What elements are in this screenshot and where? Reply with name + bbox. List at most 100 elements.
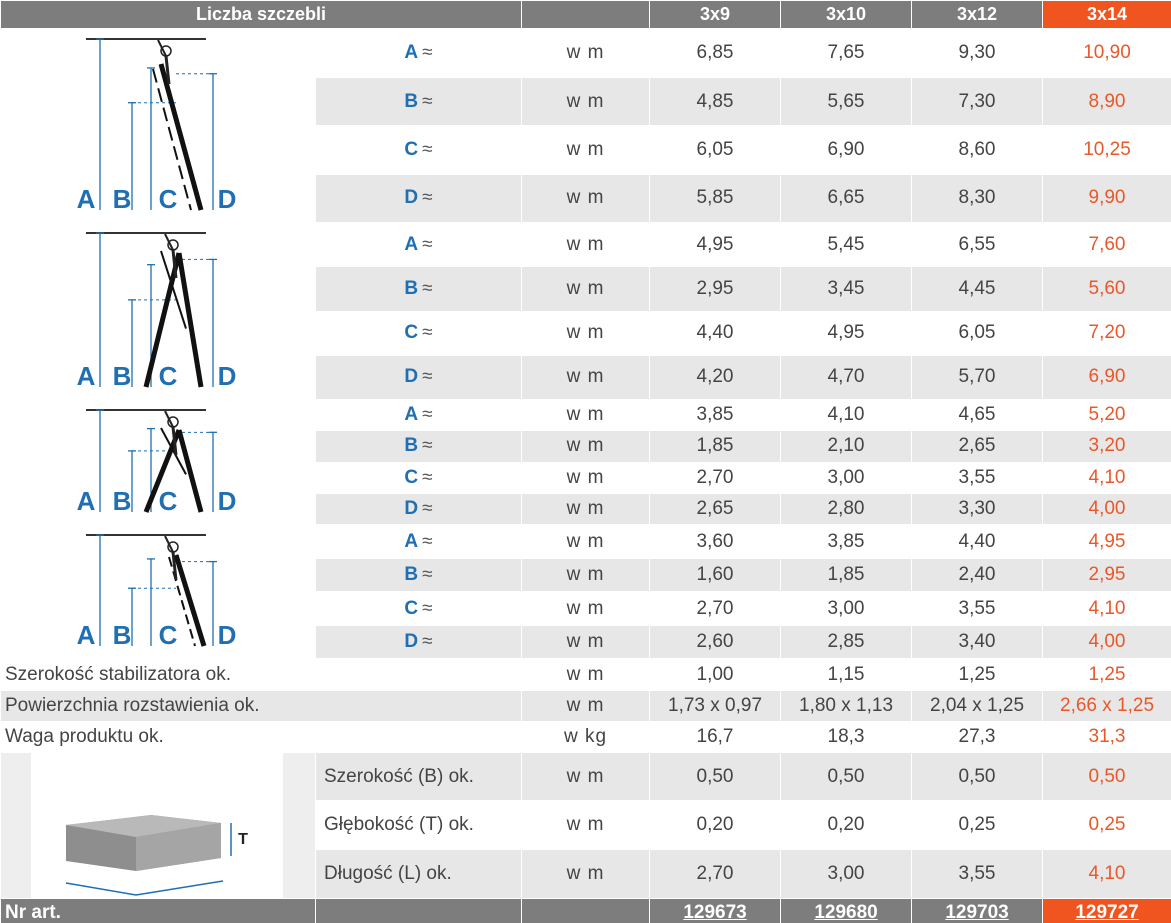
value-cell: 0,50 [911, 751, 1044, 802]
approx-symbol: ≈ [422, 233, 433, 255]
unit-cell: w m [521, 77, 651, 127]
value-cell: 4,00 [1042, 624, 1171, 660]
article-label: Nr art. [0, 898, 316, 923]
value-cell: 3,20 [1042, 430, 1171, 463]
header-col-3x12: 3x12 [911, 0, 1044, 29]
ladder-single-diagram: ABC D [0, 524, 316, 659]
value-cell: 3,30 [911, 492, 1044, 526]
unit-cell: w m [521, 125, 651, 175]
value-cell: 2,80 [780, 492, 913, 526]
general-row: Powierzchnia rozstawienia ok. w m 1,73 x 0… [0, 690, 1171, 722]
measurement-row: A B C D A ≈ w m 6,85 7,65 9,30 10,90 [0, 27, 1171, 223]
package-label: Szerokość (B) ok. [314, 751, 523, 802]
value-cell: 4,95 [780, 310, 913, 356]
diagram-letter-d: D [218, 620, 237, 650]
dimension-letter-text: C [404, 466, 419, 488]
unit-cell: w m [521, 658, 651, 691]
value-cell: 8,30 [911, 173, 1044, 224]
package-box-diagram: LBT [0, 752, 316, 899]
dimension-letter-text: C [404, 139, 419, 161]
approx-symbol: ≈ [422, 564, 433, 586]
dimension-letter: A ≈ [314, 221, 523, 268]
value-cell: 6,05 [649, 125, 782, 175]
diagram-letter-a: A [77, 620, 96, 650]
dimension-letter: C ≈ [314, 310, 523, 356]
value-cell: 5,85 [649, 173, 782, 224]
value-cell: 7,65 [780, 27, 913, 79]
value-cell: 5,45 [780, 221, 913, 268]
value-cell: 4,45 [911, 266, 1044, 312]
unit-cell: w m [521, 461, 651, 494]
approx-symbol: ≈ [422, 435, 433, 457]
value-cell: 4,10 [780, 398, 913, 432]
dimension-letter-text: A [404, 530, 419, 552]
approx-symbol: ≈ [422, 187, 433, 209]
value-cell: 1,73 x 0,97 [649, 690, 782, 722]
value-cell: 2,04 x 1,25 [911, 690, 1044, 722]
diagram-letter-b: B [113, 620, 132, 650]
value-cell: 6,05 [911, 310, 1044, 356]
unit-cell: w m [521, 27, 651, 79]
dimension-letter-text: D [404, 497, 419, 519]
article-number-link[interactable]: 129680 [780, 898, 913, 923]
diagram-letter-b: B [113, 486, 132, 516]
dimension-letter: D ≈ [314, 624, 523, 660]
value-cell: 6,85 [649, 27, 782, 79]
diagram-letter-c: C [159, 184, 178, 214]
approx-symbol: ≈ [422, 139, 433, 161]
measurement-row: A B C D A ≈ w m 4,95 5,45 6,55 7,60 [0, 221, 1171, 400]
unit-cell: w m [521, 173, 651, 224]
value-cell: 6,65 [780, 173, 913, 224]
value-cell: 16,7 [649, 721, 782, 753]
approx-symbol: ≈ [422, 530, 433, 552]
dimension-letter: B ≈ [314, 558, 523, 593]
header-col-3x10: 3x10 [780, 0, 913, 29]
dimension-letter: B ≈ [314, 266, 523, 312]
unit-cell: w m [521, 624, 651, 660]
value-cell: 0,25 [1042, 800, 1171, 850]
value-cell: 4,20 [649, 354, 782, 401]
value-cell: 3,85 [780, 523, 913, 560]
unit-cell: w m [521, 310, 651, 356]
value-cell: 1,00 [649, 658, 782, 691]
value-cell: 2,60 [649, 624, 782, 660]
value-cell: 1,85 [649, 430, 782, 463]
article-number-link[interactable]: 129673 [649, 898, 782, 923]
value-cell: 2,40 [911, 558, 1044, 593]
article-number-link[interactable]: 129727 [1042, 898, 1171, 923]
value-cell: 8,90 [1042, 77, 1171, 127]
article-number-link[interactable]: 129703 [911, 898, 1044, 923]
unit-cell: w m [521, 848, 651, 900]
diagram-letter-d: D [218, 184, 237, 214]
header-col-3x9: 3x9 [649, 0, 782, 29]
diagram-letter-d: D [218, 486, 237, 516]
unit-cell: w m [521, 398, 651, 432]
value-cell: 3,55 [911, 461, 1044, 494]
unit-cell: w m [521, 266, 651, 312]
value-cell: 2,95 [1042, 558, 1171, 593]
value-cell: 3,00 [780, 591, 913, 626]
value-cell: 5,60 [1042, 266, 1171, 312]
ladder-a-frame-extended-diagram: ABC D [0, 222, 316, 400]
ladder-straight-diagram-svg: ABC D [77, 38, 237, 214]
dimension-letter: A ≈ [314, 523, 523, 560]
unit-cell: w m [521, 751, 651, 802]
value-cell: 3,00 [780, 461, 913, 494]
header-col-3x14: 3x14 [1042, 0, 1171, 29]
approx-symbol: ≈ [422, 277, 433, 299]
value-cell: 2,65 [649, 492, 782, 526]
value-cell: 4,70 [780, 354, 913, 401]
dimension-letter-text: C [404, 322, 419, 344]
unit-cell: w m [521, 523, 651, 560]
package-row: LBTSzerokość (B) ok.w m0,500,500,500,50 [0, 751, 1171, 899]
diagram-letter-d: D [218, 361, 237, 391]
unit-cell: w m [521, 492, 651, 526]
value-cell: 4,85 [649, 77, 782, 127]
value-cell: 3,60 [649, 523, 782, 560]
article-empty [521, 898, 651, 923]
value-cell: 5,70 [911, 354, 1044, 401]
value-cell: 3,00 [780, 848, 913, 900]
unit-cell: w m [521, 800, 651, 850]
value-cell: 0,50 [1042, 751, 1171, 802]
package-label: Długość (L) ok. [314, 848, 523, 900]
